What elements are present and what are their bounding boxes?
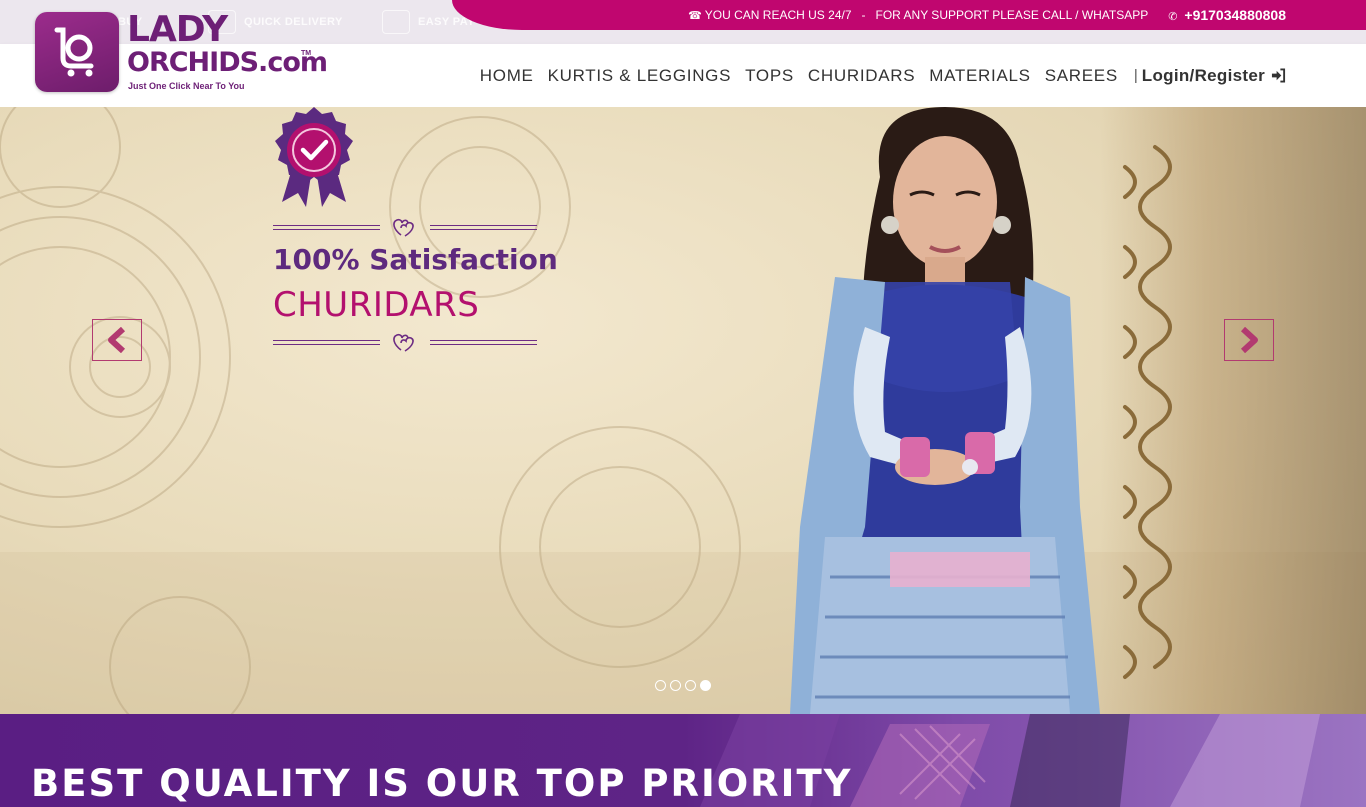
- divider-line-top-right: [430, 225, 537, 230]
- carousel-prev-button[interactable]: [92, 319, 142, 361]
- divider-line-bottom-left: [273, 340, 380, 345]
- logo-trademark: TM: [301, 50, 312, 57]
- whatsapp-icon: ✆: [1168, 11, 1178, 23]
- reach-text: YOU CAN REACH US 24/7: [704, 8, 852, 22]
- divider-line-bottom-right: [430, 340, 537, 345]
- site-logo[interactable]: LADY ORCHIDS.com TM Just One Click Near …: [35, 9, 328, 94]
- carousel-indicators: [655, 680, 711, 691]
- nav-churidars[interactable]: CHURIDARS: [808, 66, 915, 86]
- divider-line-top-left: [273, 225, 380, 230]
- nav-kurtis-leggings[interactable]: KURTIS & LEGGINGS: [548, 66, 732, 86]
- hearts-icon-top: [393, 218, 414, 237]
- banner-title: BEST QUALITY IS OUR TOP PRIORITY: [31, 762, 853, 805]
- phone-icon: ☎: [688, 9, 702, 22]
- nav-materials[interactable]: MATERIALS: [929, 66, 1030, 86]
- carousel-dot-1[interactable]: [655, 680, 666, 691]
- chevron-left-icon: [108, 327, 126, 353]
- slide-title: 100% Satisfaction: [273, 243, 558, 276]
- carousel-dot-2[interactable]: [670, 680, 681, 691]
- hero-carousel: 100% Satisfaction CHURIDARS: [0, 107, 1366, 714]
- hearts-icon-bottom: [393, 333, 414, 352]
- sign-in-icon: [1271, 68, 1286, 83]
- carousel-next-button[interactable]: [1224, 319, 1274, 361]
- logo-tagline: Just One Click Near To You: [128, 81, 245, 91]
- support-text: FOR ANY SUPPORT PLEASE CALL / WHATSAPP: [875, 8, 1149, 22]
- logo-text-lady: LADY: [127, 9, 228, 50]
- nav-home[interactable]: HOME: [480, 66, 534, 86]
- login-register-label: Login/Register: [1141, 65, 1265, 85]
- logo-text-orchids: ORCHIDS.com: [127, 47, 328, 78]
- quality-banner: BEST QUALITY IS OUR TOP PRIORITY: [0, 714, 1366, 807]
- login-register-button[interactable]: Login/Register: [1142, 66, 1286, 86]
- nav-tops[interactable]: TOPS: [745, 66, 794, 86]
- contact-separator: -: [861, 8, 866, 22]
- contact-bar: ☎ YOU CAN REACH US 24/7 - FOR ANY SUPPOR…: [452, 0, 1366, 30]
- nav-menu: HOME KURTIS & LEGGINGS TOPS CHURIDARS MA…: [466, 44, 1366, 107]
- model-photo: [790, 107, 1100, 714]
- chevron-right-icon: [1240, 327, 1258, 353]
- logo-badge: [35, 12, 119, 92]
- slide-subtitle: CHURIDARS: [273, 285, 480, 325]
- quality-badge-icon: [275, 107, 353, 207]
- carousel-dot-4[interactable]: [700, 680, 711, 691]
- phone-number: +917034880808: [1184, 7, 1286, 23]
- nav-divider: |: [1133, 67, 1138, 84]
- shopping-cart-logo-icon: [54, 27, 94, 77]
- phone-link[interactable]: ✆ +917034880808: [1168, 7, 1286, 23]
- cart-pay-icon: [382, 10, 410, 34]
- carousel-dot-3[interactable]: [685, 680, 696, 691]
- nav-sarees[interactable]: SAREES: [1045, 66, 1118, 86]
